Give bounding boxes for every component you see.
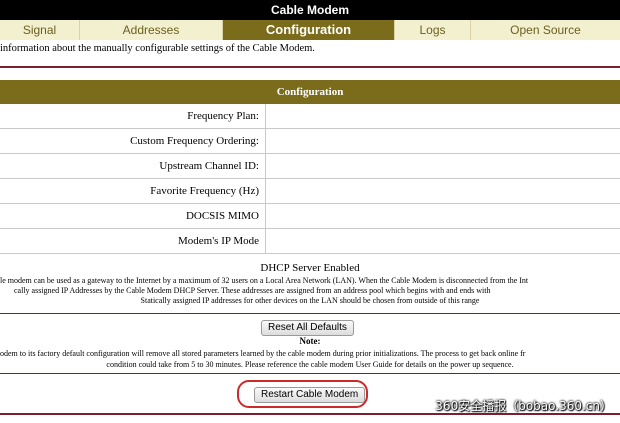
dhcp-description-line: Statically assigned IP addresses for oth… (140, 296, 480, 305)
dhcp-status-title: DHCP Server Enabled (260, 262, 360, 274)
row-value-favorite-frequency (265, 179, 620, 203)
tab-addresses[interactable]: Addresses (80, 20, 223, 40)
tab-logs[interactable]: Logs (395, 20, 471, 40)
table-row: Custom Frequency Ordering: (0, 129, 620, 154)
tab-configuration[interactable]: Configuration (223, 20, 395, 40)
row-value-custom-frequency-ordering (265, 129, 620, 153)
restart-cable-modem-button[interactable]: Restart Cable Modem (254, 387, 366, 403)
note-text: odem to its factory default configuratio… (0, 348, 620, 370)
row-label-frequency-plan: Frequency Plan: (187, 110, 259, 122)
tab-bar: Signal Addresses Configuration Logs Open… (0, 20, 620, 40)
page-description: information about the manually configura… (0, 43, 315, 54)
dhcp-description: le modem can be used as a gateway to the… (0, 276, 620, 306)
tab-signal[interactable]: Signal (0, 20, 80, 40)
row-label-docsis-mimo: DOCSIS MIMO (185, 210, 259, 222)
tab-open-source[interactable]: Open Source (471, 20, 620, 40)
table-row: Frequency Plan: (0, 104, 620, 129)
note-text-line: odem to its factory default configuratio… (0, 349, 526, 358)
row-label-favorite-frequency: Favorite Frequency (Hz) (150, 185, 259, 197)
row-value-frequency-plan (265, 104, 620, 128)
table-row: Upstream Channel ID: (0, 154, 620, 179)
row-value-ip-mode (265, 229, 620, 253)
note-text-line: condition could take from 5 to 30 minute… (106, 360, 514, 369)
row-value-docsis-mimo (265, 204, 620, 228)
row-label-upstream-channel-id: Upstream Channel ID: (159, 160, 259, 172)
note-label: Note: (299, 336, 321, 346)
window-title: Cable Modem (0, 0, 620, 20)
divider (0, 373, 620, 374)
row-value-upstream-channel-id (265, 154, 620, 178)
config-table-header: Configuration (0, 80, 620, 104)
dhcp-description-line: cally assigned IP Addresses by the Cable… (14, 286, 491, 295)
dhcp-description-line: le modem can be used as a gateway to the… (0, 276, 529, 285)
watermark: 360安全播报（bobao.360.cn） (435, 399, 612, 413)
row-label-ip-mode: Modem's IP Mode (177, 235, 259, 247)
config-table: Frequency Plan: Custom Frequency Orderin… (0, 104, 620, 254)
row-label-custom-frequency-ordering: Custom Frequency Ordering: (130, 135, 259, 147)
table-row: Modem's IP Mode (0, 229, 620, 254)
table-row: Favorite Frequency (Hz) (0, 179, 620, 204)
divider (0, 66, 620, 68)
table-row: DOCSIS MIMO (0, 204, 620, 229)
reset-all-defaults-button[interactable]: Reset All Defaults (261, 320, 354, 336)
divider (0, 313, 620, 314)
